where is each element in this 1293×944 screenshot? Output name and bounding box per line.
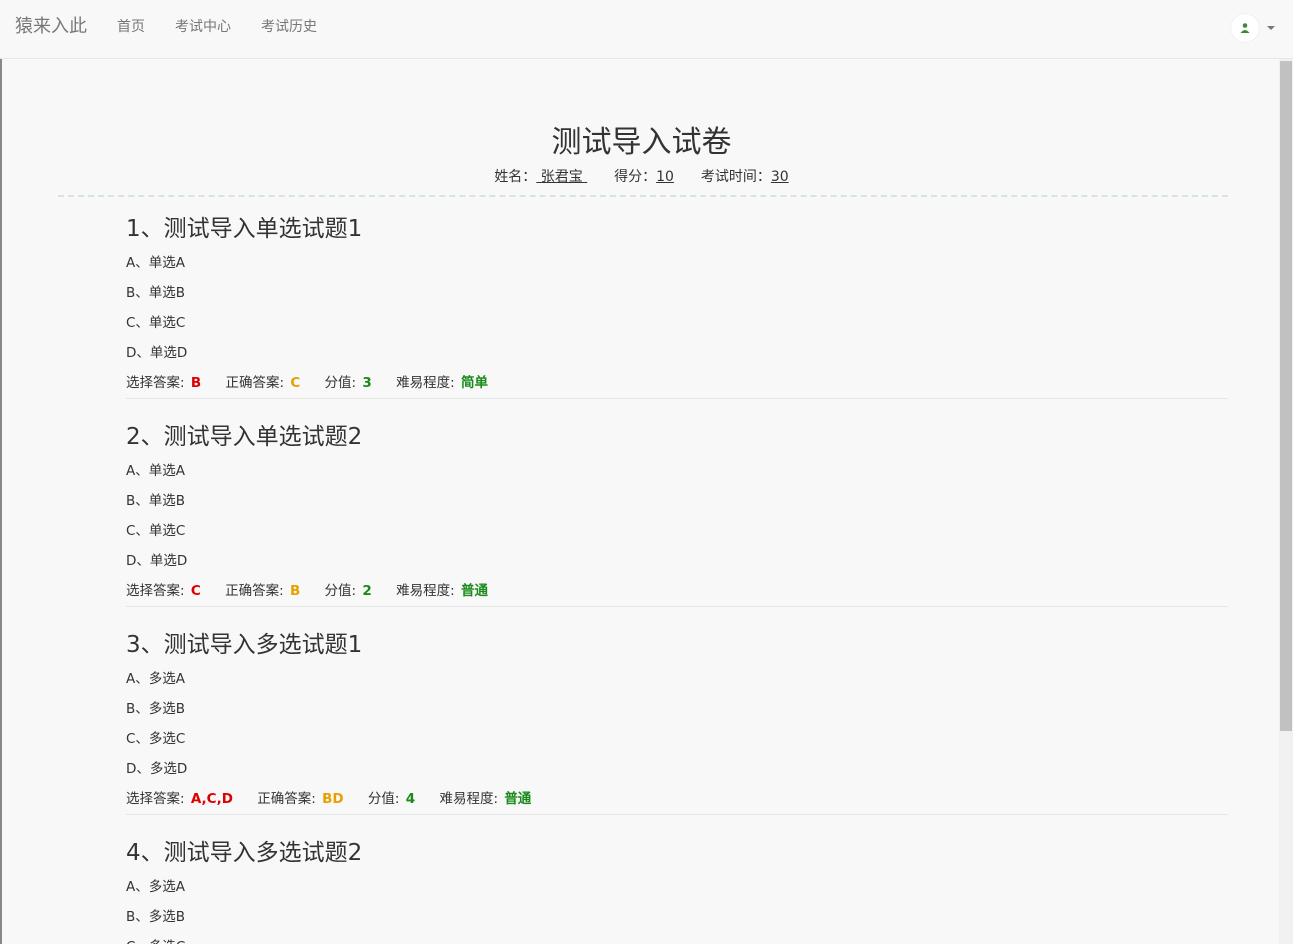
vertical-scrollbar[interactable]: [1279, 59, 1293, 944]
option-item: D、单选D: [126, 553, 188, 569]
paper-meta: 姓名： 张君宝 得分：10 考试时间：30: [2, 166, 1279, 186]
divider: [58, 195, 1228, 197]
question-title: 4、测试导入多选试题2: [126, 840, 363, 866]
option-item: B、单选B: [126, 493, 186, 509]
answer-summary: 选择答案: C 正确答案: B 分值: 2 难易程度: 普通: [126, 576, 1228, 606]
time-label: 考试时间：: [700, 169, 771, 185]
option-item: B、单选B: [126, 285, 186, 301]
option-item: D、多选D: [126, 761, 188, 777]
points-value: 3: [362, 375, 372, 391]
option-item: A、多选A: [126, 879, 185, 895]
scrollbar-thumb[interactable]: [1280, 61, 1292, 731]
difficulty-value: 普通: [504, 791, 532, 807]
selected-label: 选择答案:: [126, 583, 185, 599]
option-item: C、多选C: [126, 731, 186, 747]
correct-label: 正确答案:: [225, 375, 285, 391]
question-title: 3、测试导入多选试题1: [126, 632, 363, 658]
user-icon: [1240, 23, 1250, 33]
difficulty-label: 难易程度:: [396, 583, 455, 599]
question-item: 4、测试导入多选试题2 A、多选A B、多选B C、多选C: [126, 838, 1228, 944]
correct-answer: B: [289, 583, 301, 599]
paper-title: 测试导入试卷: [551, 125, 732, 160]
answer-summary: 选择答案: A,C,D 正确答案: BD 分值: 4 难易程度: 普通: [126, 784, 1228, 814]
name-label: 姓名：: [494, 169, 537, 185]
difficulty-value: 简单: [460, 375, 488, 391]
brand-logo[interactable]: 猿来入此: [15, 12, 87, 38]
option-item: A、单选A: [126, 255, 185, 271]
option-item: C、多选C: [126, 932, 1228, 944]
correct-label: 正确答案:: [225, 583, 284, 599]
option-item: C、单选C: [126, 523, 186, 539]
points-value: 2: [362, 583, 372, 599]
option-item: A、单选A: [126, 463, 185, 479]
question-item: 3、测试导入多选试题1 A、多选A B、多选B C、多选C D、多选D 选择答案…: [126, 630, 1228, 815]
selected-label: 选择答案:: [126, 375, 185, 391]
question-item: 1、测试导入单选试题1 A、单选A B、单选B C、单选C D、单选D 选择答案…: [126, 214, 1228, 399]
correct-label: 正确答案:: [257, 791, 316, 807]
correct-answer: BD: [322, 791, 344, 807]
difficulty-label: 难易程度:: [439, 791, 499, 807]
nav-home[interactable]: 首页: [117, 16, 145, 36]
option-item: C、单选C: [126, 315, 186, 331]
chevron-down-icon[interactable]: [1267, 26, 1275, 30]
time-value: 30: [770, 169, 789, 185]
points-label: 分值:: [367, 791, 400, 807]
question-item: 2、测试导入单选试题2 A、单选A B、单选B C、单选C D、单选D 选择答案…: [126, 422, 1228, 607]
student-name: 张君宝: [536, 169, 588, 185]
nav-exam-history[interactable]: 考试历史: [261, 16, 317, 36]
option-item: B、多选B: [126, 701, 186, 717]
points-label: 分值:: [324, 375, 357, 391]
question-title: 2、测试导入单选试题2: [126, 424, 363, 450]
option-item: B、多选B: [126, 909, 186, 925]
top-navbar: 猿来入此 首页 考试中心 考试历史: [0, 0, 1293, 59]
selected-label: 选择答案:: [126, 791, 185, 807]
score-label: 得分：: [614, 169, 657, 185]
nav-exam-center[interactable]: 考试中心: [175, 16, 231, 36]
user-menu[interactable]: [1231, 14, 1275, 42]
score-value: 10: [656, 169, 674, 185]
selected-answer: C: [190, 583, 201, 599]
avatar[interactable]: [1231, 14, 1259, 42]
exam-result-panel: 测试导入试卷 姓名： 张君宝 得分：10 考试时间：30 1、测试导入单选试题1…: [0, 59, 1279, 944]
question-title: 1、测试导入单选试题1: [126, 216, 363, 242]
selected-answer: B: [190, 375, 202, 391]
option-item: D、单选D: [126, 345, 188, 361]
option-item: A、多选A: [126, 671, 185, 687]
difficulty-label: 难易程度:: [396, 375, 455, 391]
difficulty-value: 普通: [460, 583, 488, 599]
answer-summary: 选择答案: B 正确答案: C 分值: 3 难易程度: 简单: [126, 368, 1228, 398]
correct-answer: C: [290, 375, 301, 391]
points-label: 分值:: [324, 583, 357, 599]
points-value: 4: [405, 791, 416, 807]
selected-answer: A,C,D: [190, 791, 233, 807]
